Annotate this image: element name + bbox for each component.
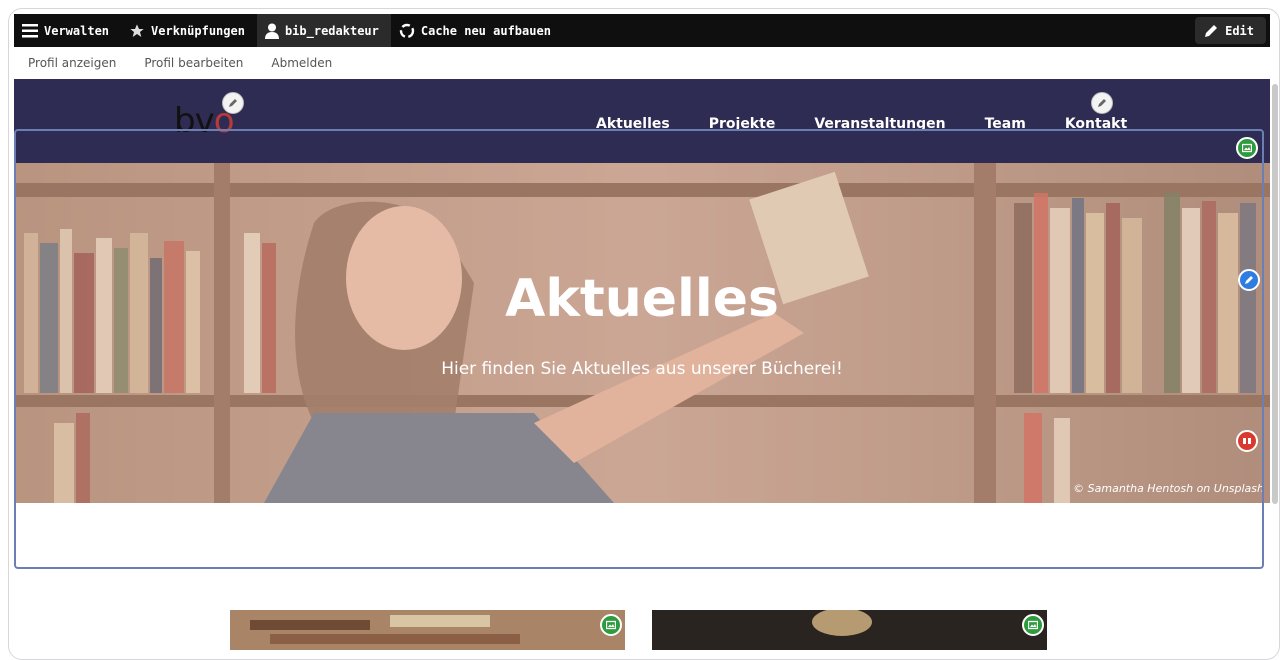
pencil-icon: [1205, 24, 1218, 37]
columns-icon: [1243, 438, 1251, 444]
user-menu-button[interactable]: bib_redakteur: [256, 14, 391, 47]
manage-label: Verwalten: [44, 23, 110, 38]
pencil-icon: [1245, 276, 1253, 284]
edit-profile-link[interactable]: Profil bearbeiten: [144, 56, 243, 70]
nav-edit-button[interactable]: [1091, 92, 1113, 114]
card-image: [230, 610, 625, 650]
card-media-button[interactable]: [600, 614, 622, 636]
logo-edit-button[interactable]: [222, 92, 244, 114]
logout-link[interactable]: Abmelden: [271, 56, 332, 70]
cache-label: Cache neu aufbauen: [420, 23, 551, 38]
vertical-scrollbar[interactable]: [1272, 84, 1278, 504]
pencil-icon: [1098, 99, 1106, 107]
editable-region-outline: [14, 129, 1264, 569]
manage-menu-button[interactable]: Verwalten: [14, 14, 121, 47]
card-media-button[interactable]: [1022, 614, 1044, 636]
image-icon: [1028, 620, 1038, 630]
recycle-icon: [399, 23, 415, 38]
edit-mode-button[interactable]: Edit: [1195, 17, 1266, 44]
rebuild-cache-button[interactable]: Cache neu aufbauen: [391, 14, 563, 47]
shortcuts-button[interactable]: Verknüpfungen: [121, 14, 257, 47]
user-icon: [264, 23, 279, 39]
admin-toolbar: Verwalten Verknüpfungen bib_redakteur Ca…: [14, 14, 1270, 47]
news-card[interactable]: [652, 610, 1047, 650]
media-edit-button[interactable]: [1236, 137, 1258, 159]
news-card[interactable]: [230, 610, 625, 650]
user-submenu: Profil anzeigen Profil bearbeiten Abmeld…: [14, 47, 1270, 80]
image-icon: [606, 620, 616, 630]
block-edit-button[interactable]: [1238, 269, 1260, 291]
block-remove-button[interactable]: [1236, 430, 1258, 452]
star-icon: [130, 23, 144, 37]
card-image: [652, 610, 1047, 650]
pencil-icon: [229, 99, 237, 107]
hamburger-icon: [22, 23, 38, 37]
view-profile-link[interactable]: Profil anzeigen: [28, 56, 116, 70]
edit-label: Edit: [1225, 23, 1254, 38]
site-content: bvo Aktuelles Projekte Veranstaltungen T…: [14, 79, 1270, 650]
shortcuts-label: Verknüpfungen: [151, 23, 245, 38]
image-icon: [1242, 143, 1252, 153]
user-label: bib_redakteur: [284, 23, 379, 38]
